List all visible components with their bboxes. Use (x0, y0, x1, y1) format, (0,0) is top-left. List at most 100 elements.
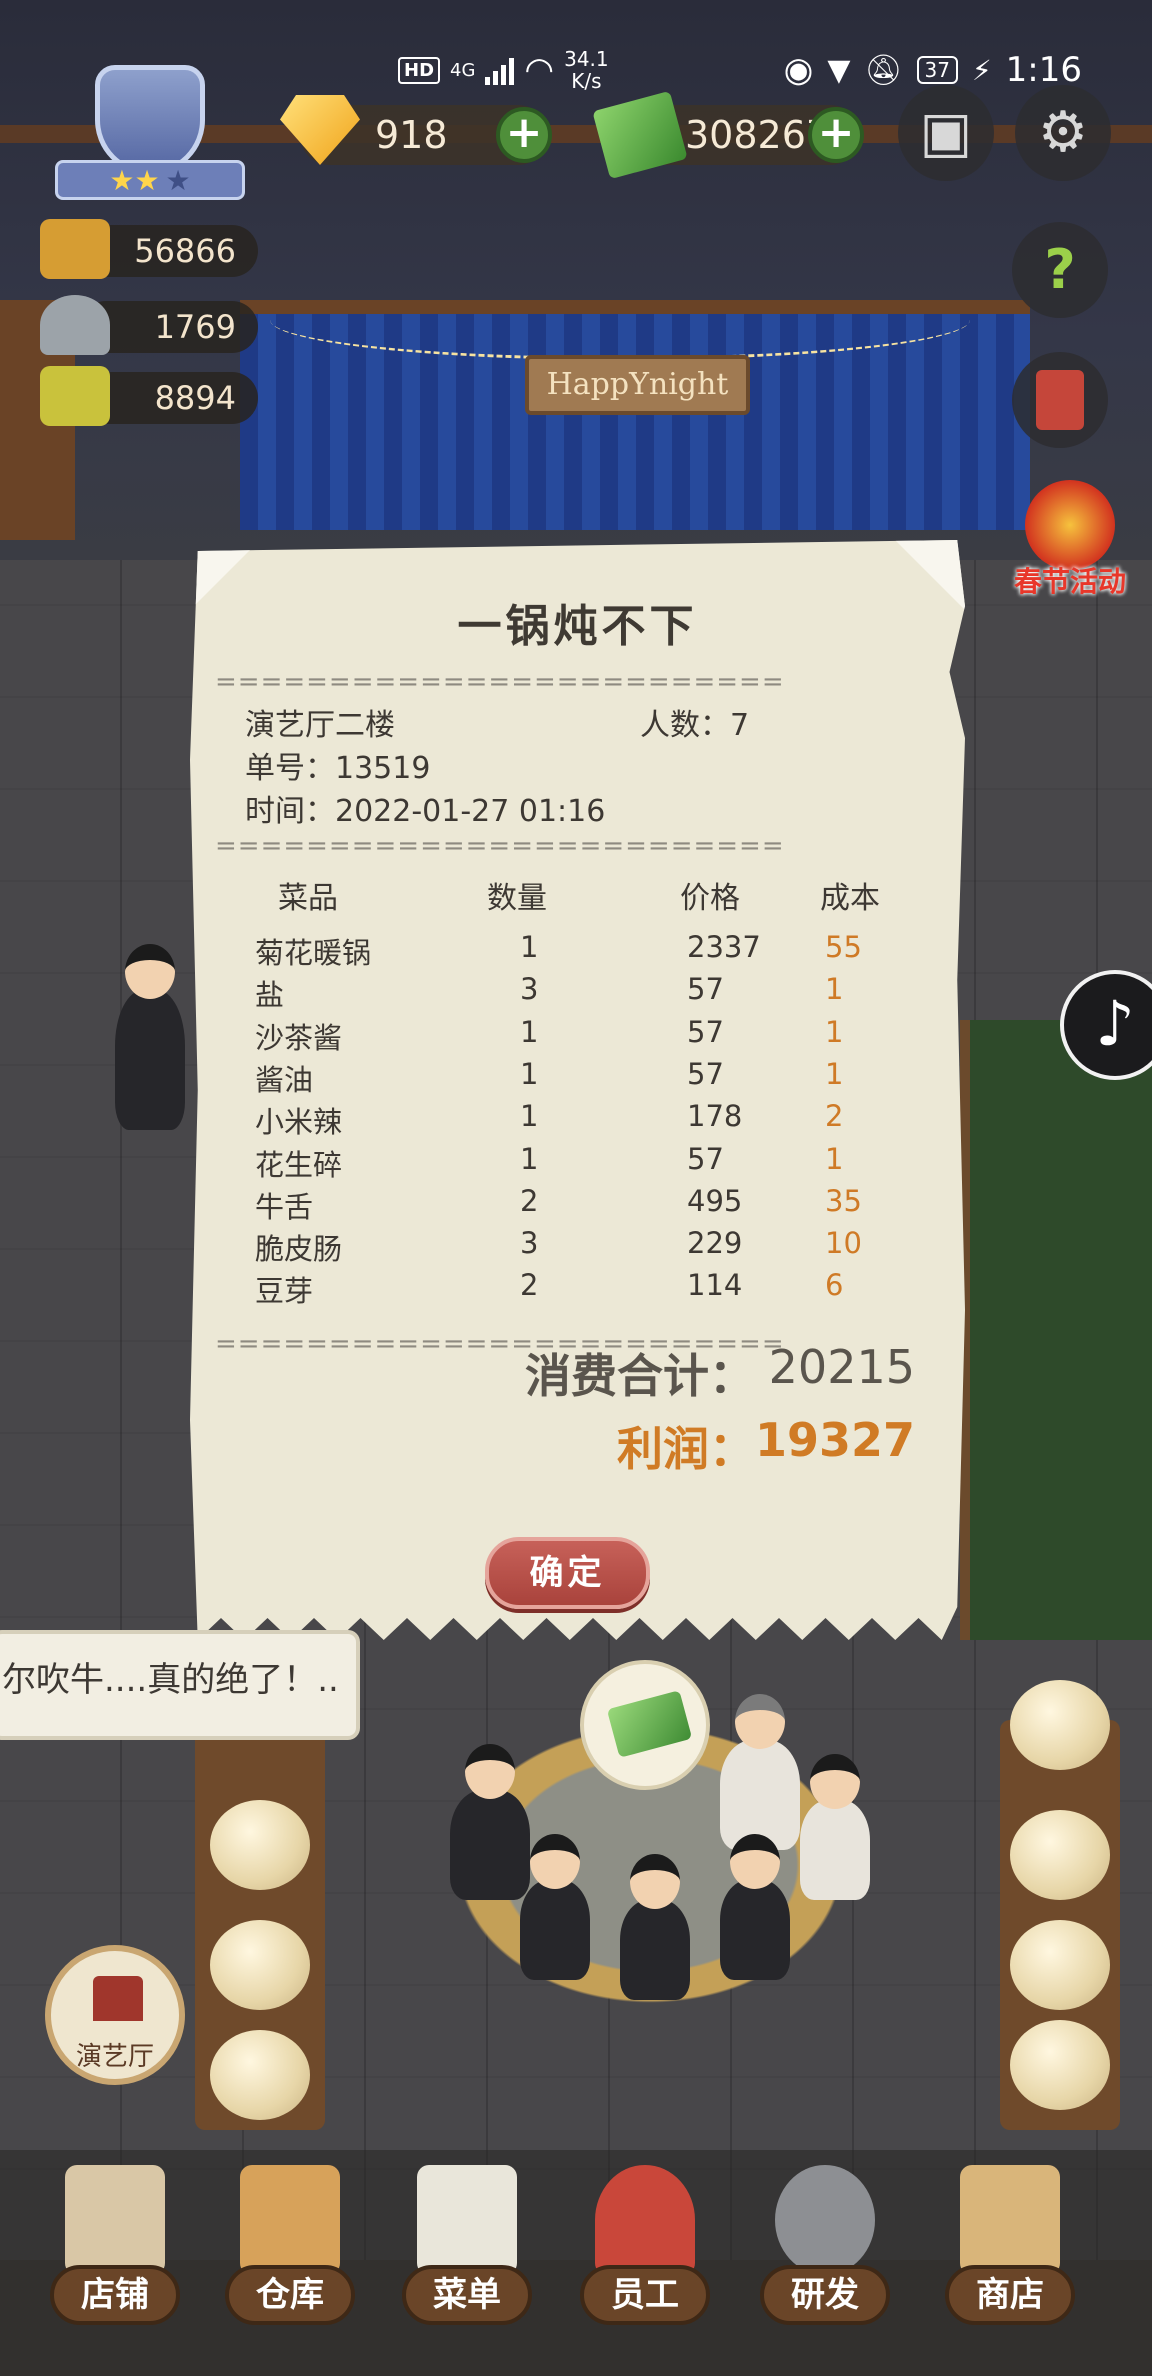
crate-icon (240, 2165, 340, 2275)
receipt-row: 盐 3 57 1 (190, 972, 965, 1014)
item-cost: 6 (825, 1268, 844, 1303)
add-cash-button[interactable]: + (808, 107, 864, 163)
item-name: 小米辣 (255, 1105, 343, 1140)
item-qty: 1 (520, 1141, 539, 1176)
item-cost: 1 (825, 1141, 844, 1176)
nav-staff[interactable]: 员工 (575, 2150, 715, 2350)
help-button[interactable]: ? (1012, 222, 1108, 318)
dish-cover-icon (40, 295, 110, 355)
signal-icon (485, 55, 515, 85)
garden-area (960, 1020, 1152, 1640)
order-number: 单号：13519 (245, 751, 431, 786)
chef-icon (595, 2165, 695, 2275)
receipt-title: 一锅炖不下 (457, 601, 698, 652)
receipt-row: 牛舌 2 495 35 (190, 1184, 965, 1226)
guest-character (620, 1854, 690, 2000)
nav-research[interactable]: 研发 (755, 2150, 895, 2350)
add-gems-button[interactable]: + (496, 107, 552, 163)
speech-bubble: 尔吹牛....真的绝了！.. (0, 1630, 360, 1740)
nav-store[interactable]: 商店 (940, 2150, 1080, 2350)
profit-label: 利润： (617, 1422, 755, 1476)
item-qty: 2 (520, 1268, 539, 1303)
item-name: 脆皮肠 (255, 1232, 343, 1267)
market-stall-icon (960, 2165, 1060, 2275)
location-icon: ▼ (827, 52, 851, 88)
receipt-row: 花生碎 1 57 1 (190, 1142, 965, 1184)
stat-recipes: 8894 (40, 366, 258, 426)
menu-book-button[interactable] (1012, 352, 1108, 448)
item-name: 酱油 (255, 1062, 314, 1097)
item-price: 114 (687, 1268, 743, 1303)
charging-icon: ⚡︎ (971, 53, 992, 87)
item-cost: 35 (825, 1183, 862, 1218)
cooking-pot-icon (775, 2165, 875, 2275)
spring-festival-button[interactable]: 春节活动 (1005, 480, 1135, 600)
total-value: 20215 (768, 1340, 915, 1394)
restaurant-rank-badge[interactable]: ★★ ★ (55, 65, 245, 205)
lamp-column-right (1000, 1680, 1120, 2130)
item-qty: 1 (520, 1099, 539, 1134)
table-icon (40, 219, 110, 279)
order-time: 时间：2022-01-27 01:16 (245, 794, 606, 829)
cash-icon (606, 1690, 693, 1758)
hall-name: 演艺厅二楼 (245, 708, 395, 743)
guest-character (450, 1744, 530, 1900)
item-name: 菊花暖锅 (255, 936, 372, 970)
item-qty: 3 (520, 972, 539, 1007)
stat-tables: 56866 (40, 219, 258, 279)
receipt-row: 菊花暖锅 1 2337 55 (190, 930, 965, 972)
nav-shop[interactable]: 店铺 (45, 2150, 185, 2350)
settings-button[interactable]: ⚙︎ (1015, 85, 1111, 181)
nav-warehouse[interactable]: 仓库 (220, 2150, 360, 2350)
stat-dishes: 1769 (40, 295, 258, 355)
item-name: 牛舌 (255, 1189, 314, 1224)
camera-button[interactable]: ▣ (898, 85, 994, 181)
hd-indicator: HD (398, 56, 441, 84)
clipboard-icon (417, 2165, 517, 2275)
item-name: 沙茶酱 (255, 1020, 343, 1055)
waiter-character[interactable] (115, 944, 185, 1130)
item-cost: 1 (825, 1056, 844, 1091)
total-label: 消费合计： (525, 1349, 755, 1403)
recipe-book-icon (40, 366, 110, 426)
item-name: 盐 (255, 978, 285, 1013)
item-price: 495 (687, 1183, 743, 1218)
venue-button[interactable]: 演艺厅 (45, 1945, 185, 2085)
clock: 1:16 (1005, 50, 1082, 90)
item-price: 57 (687, 972, 724, 1007)
bill-bubble[interactable] (580, 1660, 710, 1790)
nav-menu[interactable]: 菜单 (397, 2150, 537, 2350)
item-price: 229 (687, 1226, 743, 1261)
receipt-row: 小米辣 1 178 2 (190, 1099, 965, 1141)
confirm-button[interactable]: 确定 (485, 1537, 650, 1609)
spring-festival-label: 春节活动 (1013, 565, 1126, 598)
guest-character (520, 1834, 590, 1980)
network-speed: 34.1 K/s (564, 47, 609, 93)
item-price: 57 (687, 1014, 724, 1049)
hall-icon (93, 1976, 143, 2021)
item-price: 57 (687, 1141, 724, 1176)
receipt-row: 豆芽 2 114 6 (190, 1268, 965, 1310)
string-lights (270, 280, 970, 360)
receipt-row: 脆皮肠 3 229 10 (190, 1226, 965, 1268)
item-qty: 3 (520, 1226, 539, 1261)
battery-icon: 37 (916, 56, 958, 84)
separator: ========================= (215, 668, 785, 696)
header-qty: 数量 (487, 881, 547, 916)
header-cost: 成本 (820, 881, 880, 916)
venue-label: 演艺厅 (75, 2042, 154, 2072)
item-qty: 1 (520, 1014, 539, 1049)
wifi-icon: ◠ (524, 50, 555, 90)
red-book-icon (1036, 370, 1084, 430)
guest-character (800, 1754, 870, 1900)
item-cost: 1 (825, 1014, 844, 1049)
mute-icon: 🔕︎ (864, 52, 903, 88)
item-cost: 2 (825, 1099, 844, 1134)
profit-value: 19327 (754, 1413, 915, 1467)
stage-sign: HappYnight (525, 355, 750, 415)
item-qty: 2 (520, 1183, 539, 1218)
lion-dance-icon (1025, 480, 1115, 570)
network-type: 4G (450, 59, 476, 81)
camera-icon: ▣ (919, 100, 973, 165)
item-price: 178 (687, 1099, 743, 1134)
